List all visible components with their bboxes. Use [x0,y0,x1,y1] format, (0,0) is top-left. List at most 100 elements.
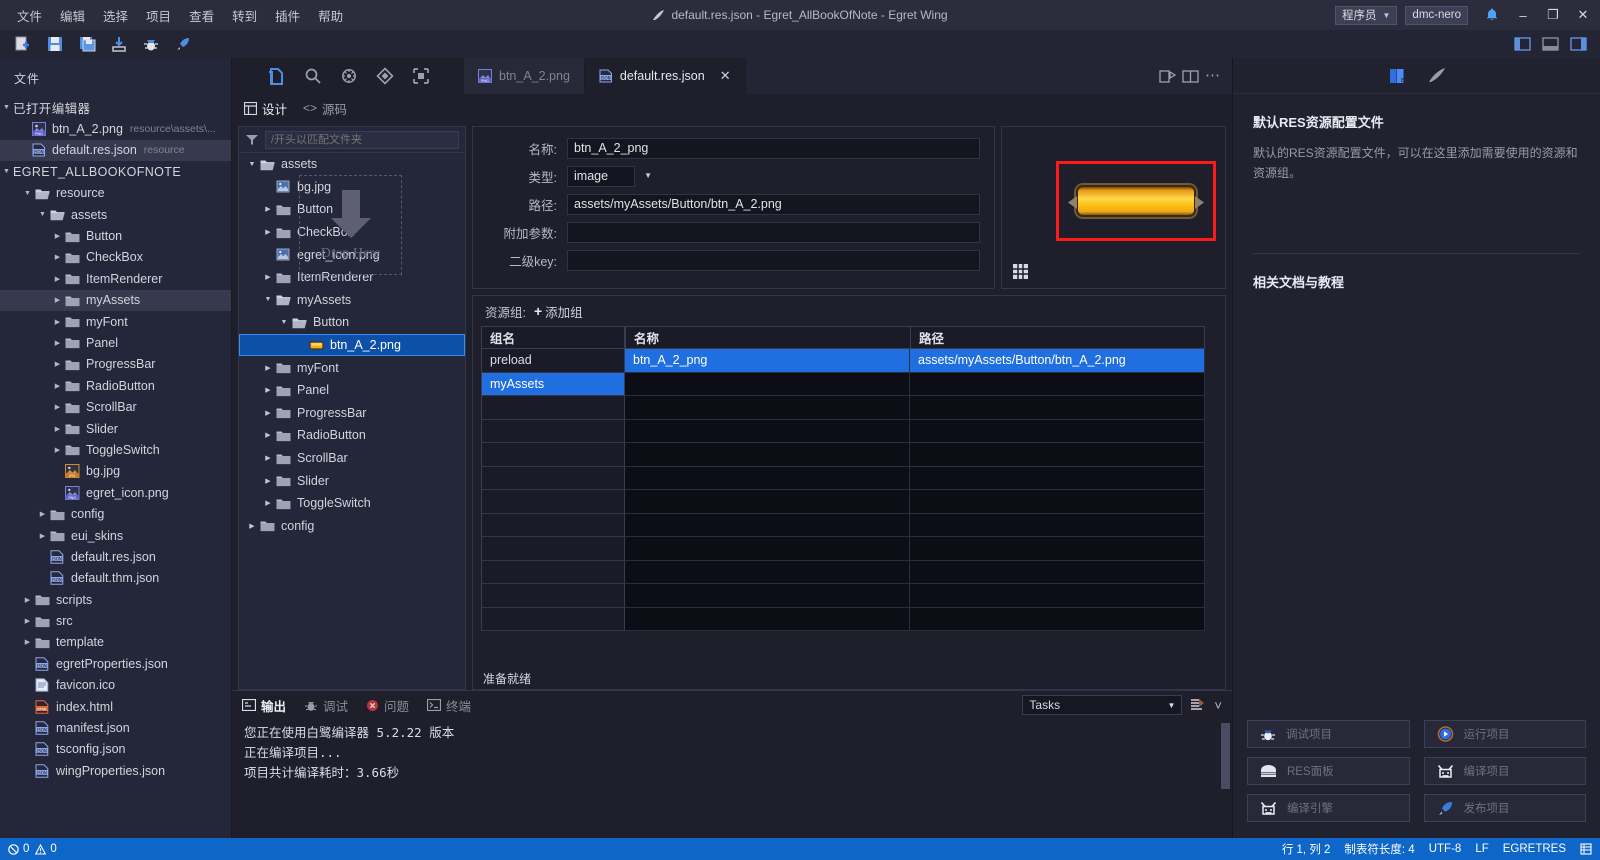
resource-row[interactable] [625,560,1205,584]
save-all-icon[interactable] [72,31,102,57]
extensions-icon[interactable] [340,67,358,85]
output-tab-terminal[interactable]: 终端 [427,696,471,715]
asset-tree-item[interactable]: ▶ RadioButton [239,424,465,447]
layout-right-icon[interactable] [1566,33,1590,55]
group-row[interactable] [481,466,625,490]
asset-filter-input[interactable] [265,130,459,149]
publish-project-button[interactable]: 发布项目 [1423,794,1586,822]
asset-tree-item[interactable]: ▶ Panel [239,379,465,402]
chevron-right-icon[interactable]: ▶ [51,446,64,454]
output-scrollbar[interactable] [1221,723,1230,827]
chevron-right-icon[interactable]: ▶ [36,510,49,518]
asset-tree-item[interactable]: btn_A_2.png [239,333,465,357]
explorer-tree-item[interactable]: JSON egretProperties.json [0,653,231,674]
asset-tree-item[interactable]: ▼ myAssets [239,289,465,312]
explorer-tree-item[interactable]: ▶ scripts [0,589,231,610]
layout-center-icon[interactable] [1538,33,1562,55]
chevron-down-icon[interactable]: ▼ [21,190,34,197]
explorer-tree-item[interactable]: JSON default.thm.json [0,568,231,589]
explorer-tree-item[interactable]: ▶ eui_skins [0,525,231,546]
close-button[interactable]: ✕ [1568,0,1598,30]
status-warnings[interactable]: 0 [35,843,57,855]
asset-tree[interactable]: ▼ assets bg.jpg ▶ Button ▶ CheckBox egret_icon.… [239,153,465,689]
resource-row[interactable] [625,419,1205,443]
explorer-tree-item[interactable]: ▶ Panel [0,332,231,353]
resource-row[interactable] [625,490,1205,514]
explorer-tree-item[interactable]: JSON manifest.json [0,717,231,738]
chevron-right-icon[interactable]: ▶ [51,318,64,326]
explorer-tree-item[interactable]: ▶ src [0,610,231,631]
asset-tree-item[interactable]: ▼ Button [239,311,465,334]
asset-tree-item[interactable]: ▶ ScrollBar [239,447,465,470]
explorer-tree-item[interactable]: JSON default.res.json [0,546,231,567]
debug-project-button[interactable]: 调试项目 [1247,720,1410,748]
compile-engine-button[interactable]: 编译引擎 [1247,794,1410,822]
group-row[interactable] [481,607,625,631]
group-row[interactable] [481,396,625,420]
explorer-tree-item[interactable]: ▶ Slider [0,418,231,439]
group-row[interactable] [481,537,625,561]
resource-row[interactable] [625,396,1205,420]
split-preview-icon[interactable] [1159,69,1176,84]
asset-tree-item[interactable]: ▶ ItemRenderer [239,266,465,289]
name-input[interactable] [567,137,980,159]
chevron-right-icon[interactable]: ▶ [36,532,49,540]
explorer-tree-item[interactable]: ▶ Button [0,225,231,246]
clear-output-icon[interactable] [1190,698,1206,712]
asset-tree-item[interactable]: ▶ config [239,515,465,538]
chevron-right-icon[interactable]: ▶ [21,638,34,646]
explorer-tree-item[interactable]: ▼ resource [0,183,231,204]
res-panel-button[interactable]: RES面板 [1247,757,1410,785]
resource-table-scrollbar[interactable] [1205,326,1217,667]
explorer-tree-item[interactable]: ▶ ItemRenderer [0,268,231,289]
egret-properties-icon[interactable]: E [1388,67,1406,85]
resource-row[interactable] [625,372,1205,396]
explorer-tree-item[interactable]: ▶ myAssets [0,289,231,311]
grid-icon[interactable] [1012,263,1029,280]
compile-project-button[interactable]: 编译项目 [1423,757,1586,785]
explorer-tree-item[interactable]: JSON tsconfig.json [0,739,231,760]
group-row[interactable] [481,560,625,584]
egret-leaf-icon[interactable] [1428,68,1446,83]
chevron-right-icon[interactable]: ▶ [51,232,64,240]
chevron-right-icon[interactable]: ▶ [261,228,275,236]
group-row[interactable] [481,419,625,443]
status-tab-size[interactable]: 制表符长度: 4 [1344,841,1414,857]
chevron-right-icon[interactable]: ▶ [51,253,64,261]
explorer-tree-item[interactable]: HTML index.html [0,696,231,717]
asset-tree-item[interactable]: egret_icon.png [239,243,465,266]
status-notification-icon[interactable] [1580,843,1592,855]
resource-row[interactable] [625,537,1205,561]
group-row[interactable]: preload [481,349,625,373]
resource-row[interactable] [625,466,1205,490]
notification-bell-icon[interactable] [1476,8,1508,22]
source-control-icon[interactable] [375,67,394,85]
editor-tab-image[interactable]: PNG btn_A_2.png [464,58,585,94]
maximize-button[interactable]: ❐ [1538,0,1568,30]
save-icon[interactable] [40,31,70,57]
search-icon[interactable] [304,67,322,85]
menu-item-plugin[interactable]: 插件 [266,2,309,29]
new-file-icon[interactable] [8,31,38,57]
asset-tree-item[interactable]: ▶ Slider [239,469,465,492]
chevron-right-icon[interactable]: ▶ [261,364,275,372]
explorer-tree-item[interactable]: ▶ config [0,503,231,524]
output-tab-debug[interactable]: 调试 [304,696,348,715]
role-selector[interactable]: 程序员 ▼ [1335,5,1398,25]
chevron-down-icon[interactable]: ▼ [277,319,291,326]
status-errors[interactable]: 0 [8,843,29,855]
publish-rocket-icon[interactable] [168,31,198,57]
chevron-right-icon[interactable]: ▶ [51,360,64,368]
group-row[interactable] [481,443,625,467]
explorer-tree-item[interactable]: ▶ myFont [0,311,231,332]
resource-row[interactable] [625,584,1205,608]
chevron-right-icon[interactable]: ▶ [261,273,275,281]
section-open-editors[interactable]: ▼ 已打开编辑器 [0,97,231,118]
menu-item-edit[interactable]: 编辑 [51,2,94,29]
resource-row[interactable] [625,443,1205,467]
split-editor-icon[interactable] [1182,69,1199,84]
chevron-right-icon[interactable]: ▶ [261,409,275,417]
editor-tab-resjson[interactable]: JSON default.res.json ✕ [584,58,746,94]
asset-tree-item[interactable]: ▼ assets [239,153,465,176]
chevron-right-icon[interactable]: ▶ [261,477,275,485]
